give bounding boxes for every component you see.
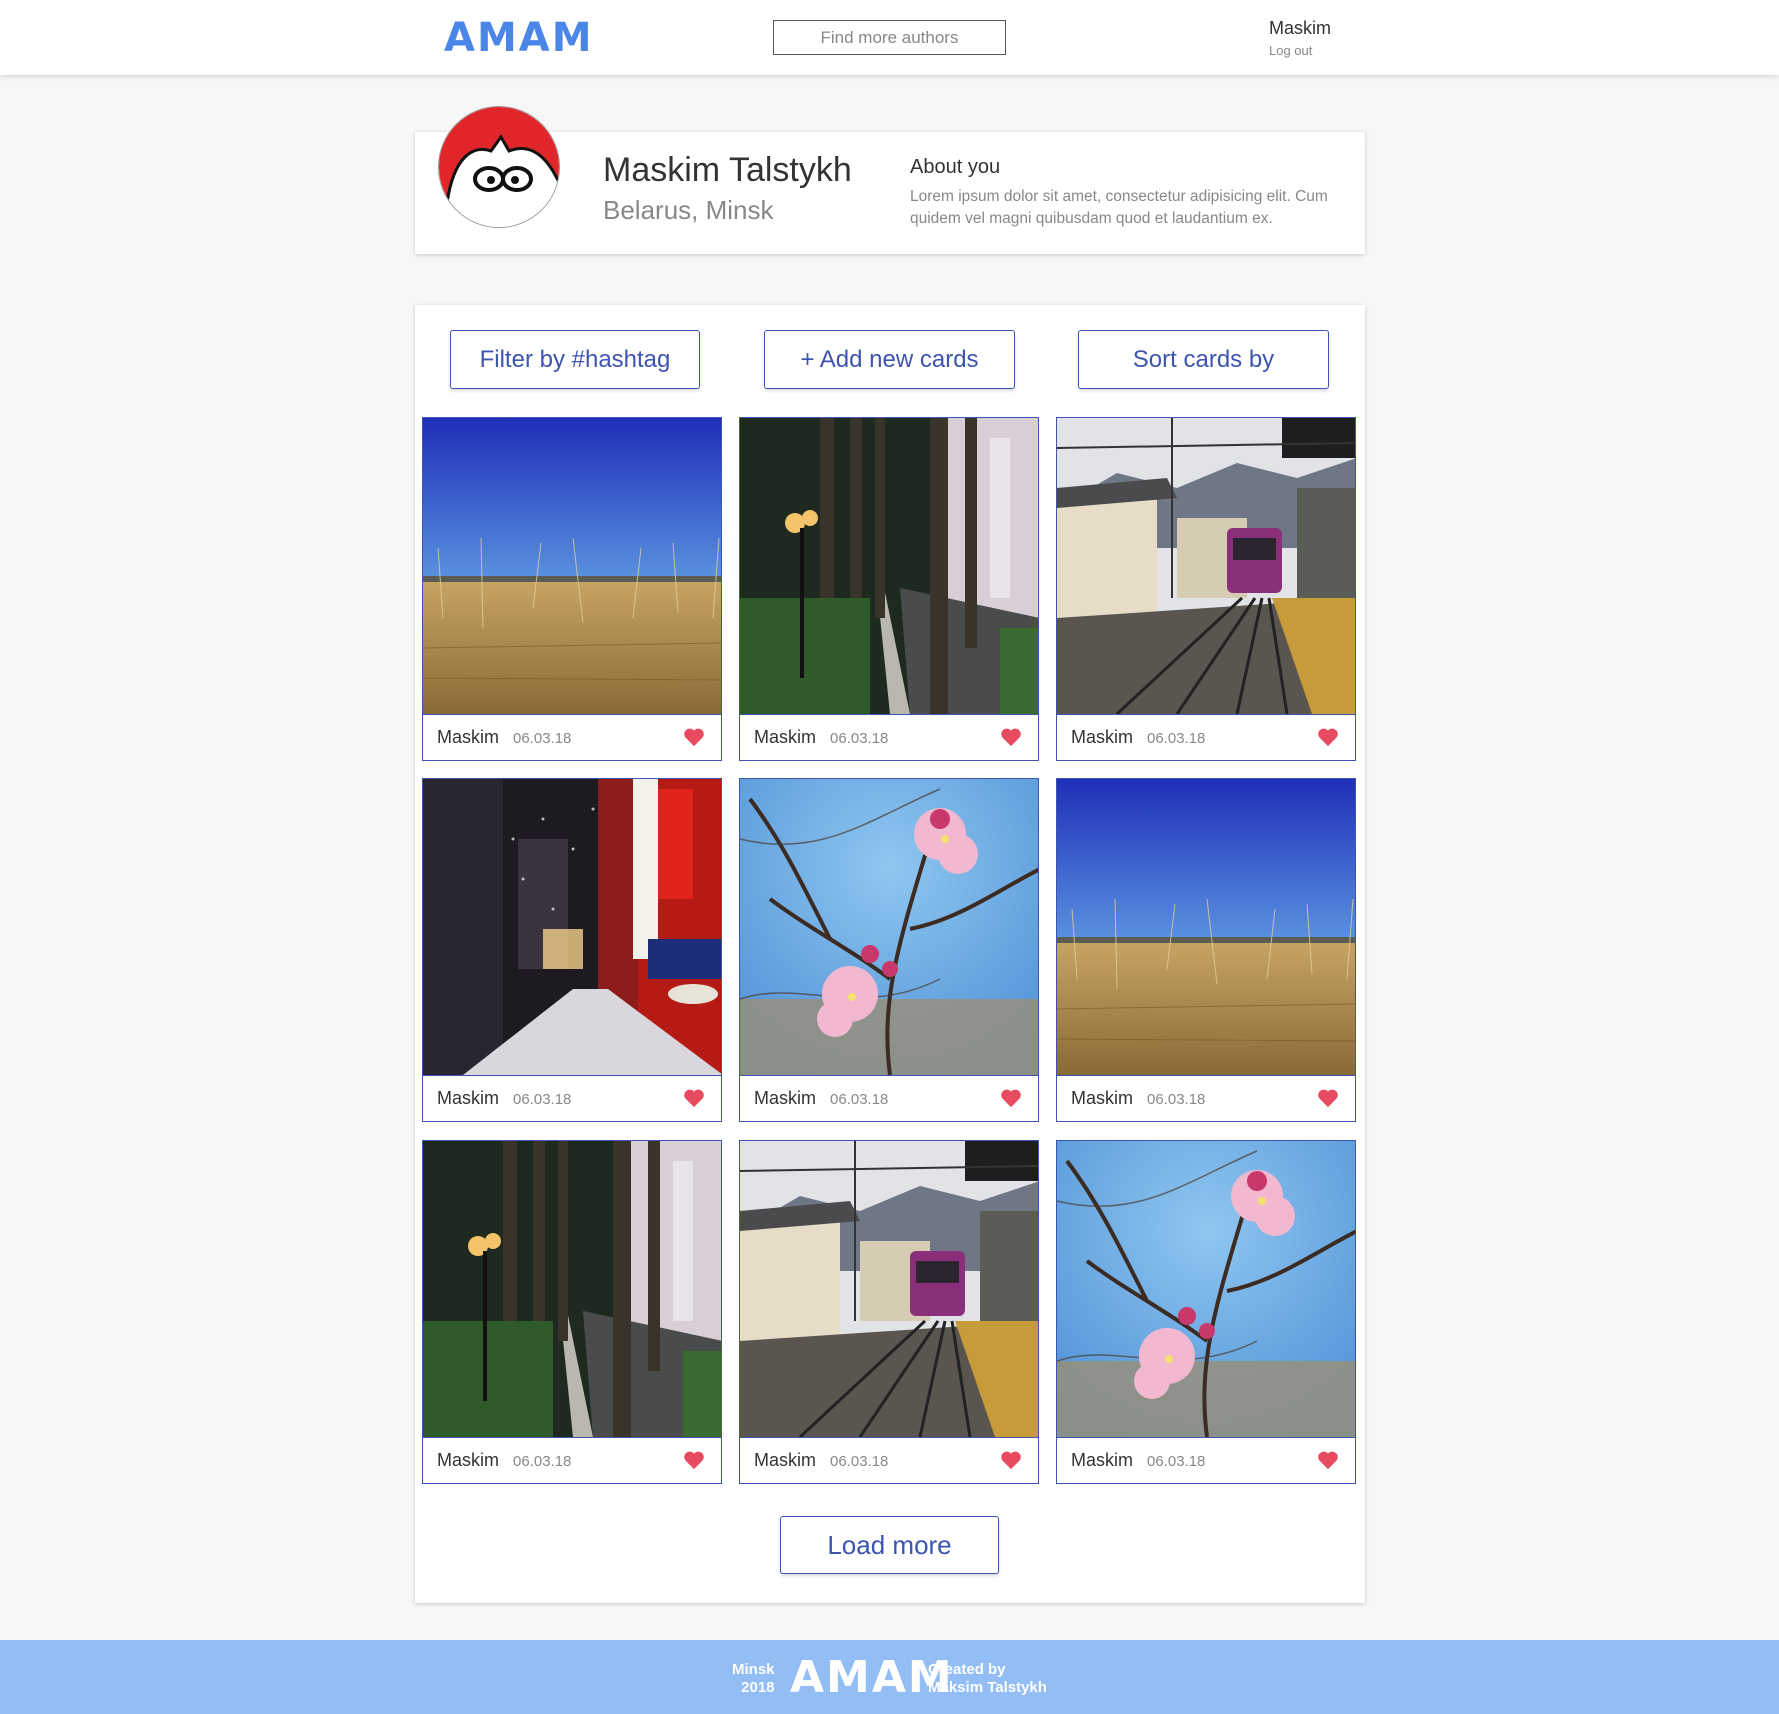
like-button[interactable] (683, 1088, 705, 1108)
footer-created-by: Created by (928, 1661, 1006, 1678)
card-meta: Maskim 06.03.18 (1057, 1075, 1355, 1121)
card-author[interactable]: Maskim (754, 1088, 816, 1109)
photo-card[interactable]: Maskim 06.03.18 (1056, 1140, 1356, 1484)
sort-cards-button[interactable]: Sort cards by (1078, 330, 1329, 389)
card-author[interactable]: Maskim (754, 1450, 816, 1471)
card-date: 06.03.18 (513, 1091, 572, 1108)
card-meta: Maskim 06.03.18 (423, 1075, 721, 1121)
card-photo-palm-street[interactable] (740, 418, 1038, 714)
footer-year: 2018 (741, 1679, 775, 1696)
like-button[interactable] (1317, 1088, 1339, 1108)
footer-location: Minsk 2018 (732, 1661, 775, 1697)
photo-card[interactable]: Maskim 06.03.18 (422, 1140, 722, 1484)
card-date: 06.03.18 (513, 730, 572, 747)
about-text: Lorem ipsum dolor sit amet, consectetur … (910, 188, 1328, 227)
heart-icon (1318, 728, 1338, 747)
card-author[interactable]: Maskim (1071, 727, 1133, 748)
add-cards-button[interactable]: + Add new cards (764, 330, 1015, 389)
like-button[interactable] (683, 1450, 705, 1470)
card-author[interactable]: Maskim (437, 1088, 499, 1109)
filter-hashtag-button[interactable]: Filter by #hashtag (450, 330, 700, 389)
card-photo-cherry-blossom[interactable] (1057, 1141, 1355, 1437)
card-date: 06.03.18 (830, 730, 889, 747)
like-button[interactable] (683, 727, 705, 747)
photo-card[interactable]: Maskim 06.03.18 (739, 417, 1039, 761)
heart-icon (1318, 1089, 1338, 1108)
footer-credit: Created by Maksim Talstykh (928, 1661, 1047, 1697)
card-meta: Maskim 06.03.18 (423, 1437, 721, 1483)
card-meta: Maskim 06.03.18 (1057, 714, 1355, 760)
card-author[interactable]: Maskim (754, 727, 816, 748)
profile-name: Maskim Talstykh (603, 151, 852, 189)
heart-icon (1001, 1089, 1021, 1108)
photo-card[interactable]: Maskim 06.03.18 (739, 778, 1039, 1122)
heart-icon (1318, 1451, 1338, 1470)
card-meta: Maskim 06.03.18 (423, 714, 721, 760)
card-photo-wheat-field[interactable] (1057, 779, 1355, 1075)
top-header: AMAM Maskim Log out (0, 0, 1779, 75)
card-date: 06.03.18 (1147, 730, 1206, 747)
photo-card[interactable]: Maskim 06.03.18 (1056, 778, 1356, 1122)
photo-card[interactable]: Maskim 06.03.18 (1056, 417, 1356, 761)
card-date: 06.03.18 (1147, 1453, 1206, 1470)
like-button[interactable] (1000, 1450, 1022, 1470)
current-user-name[interactable]: Maskim (1269, 18, 1331, 39)
card-author[interactable]: Maskim (437, 727, 499, 748)
heart-icon (684, 1451, 704, 1470)
about-title: About you (910, 156, 1001, 178)
card-author[interactable]: Maskim (1071, 1450, 1133, 1471)
profile-location: Belarus, Minsk (603, 195, 774, 225)
card-photo-night-city-snow[interactable] (423, 779, 721, 1075)
footer: Minsk 2018 AMAM Created by Maksim Talsty… (0, 1640, 1779, 1714)
photo-card[interactable]: Maskim 06.03.18 (422, 778, 722, 1122)
card-photo-wheat-field[interactable] (423, 418, 721, 714)
logout-link[interactable]: Log out (1269, 43, 1312, 58)
photo-card[interactable]: Maskim 06.03.18 (739, 1140, 1039, 1484)
card-author[interactable]: Maskim (1071, 1088, 1133, 1109)
footer-author: Maksim Talstykh (928, 1679, 1047, 1696)
card-date: 06.03.18 (830, 1091, 889, 1108)
heart-icon (1001, 728, 1021, 747)
card-meta: Maskim 06.03.18 (740, 1075, 1038, 1121)
heart-icon (1001, 1451, 1021, 1470)
avatar (438, 106, 560, 228)
card-meta: Maskim 06.03.18 (1057, 1437, 1355, 1483)
card-photo-cherry-blossom[interactable] (740, 779, 1038, 1075)
card-photo-tram-station[interactable] (740, 1141, 1038, 1437)
footer-city: Minsk (732, 1661, 775, 1678)
card-meta: Maskim 06.03.18 (740, 1437, 1038, 1483)
like-button[interactable] (1317, 1450, 1339, 1470)
heart-icon (684, 728, 704, 747)
cat-avatar-icon (439, 107, 559, 227)
load-more-button[interactable]: Load more (780, 1516, 999, 1574)
like-button[interactable] (1000, 727, 1022, 747)
card-date: 06.03.18 (513, 1453, 572, 1470)
like-button[interactable] (1000, 1088, 1022, 1108)
site-logo[interactable]: AMAM (444, 14, 594, 62)
photo-card[interactable]: Maskim 06.03.18 (422, 417, 722, 761)
card-meta: Maskim 06.03.18 (740, 714, 1038, 760)
author-search-input[interactable] (773, 20, 1006, 55)
like-button[interactable] (1317, 727, 1339, 747)
card-author[interactable]: Maskim (437, 1450, 499, 1471)
card-date: 06.03.18 (1147, 1091, 1206, 1108)
heart-icon (684, 1089, 704, 1108)
card-photo-palm-street[interactable] (423, 1141, 721, 1437)
card-date: 06.03.18 (830, 1453, 889, 1470)
card-photo-tram-station[interactable] (1057, 418, 1355, 714)
